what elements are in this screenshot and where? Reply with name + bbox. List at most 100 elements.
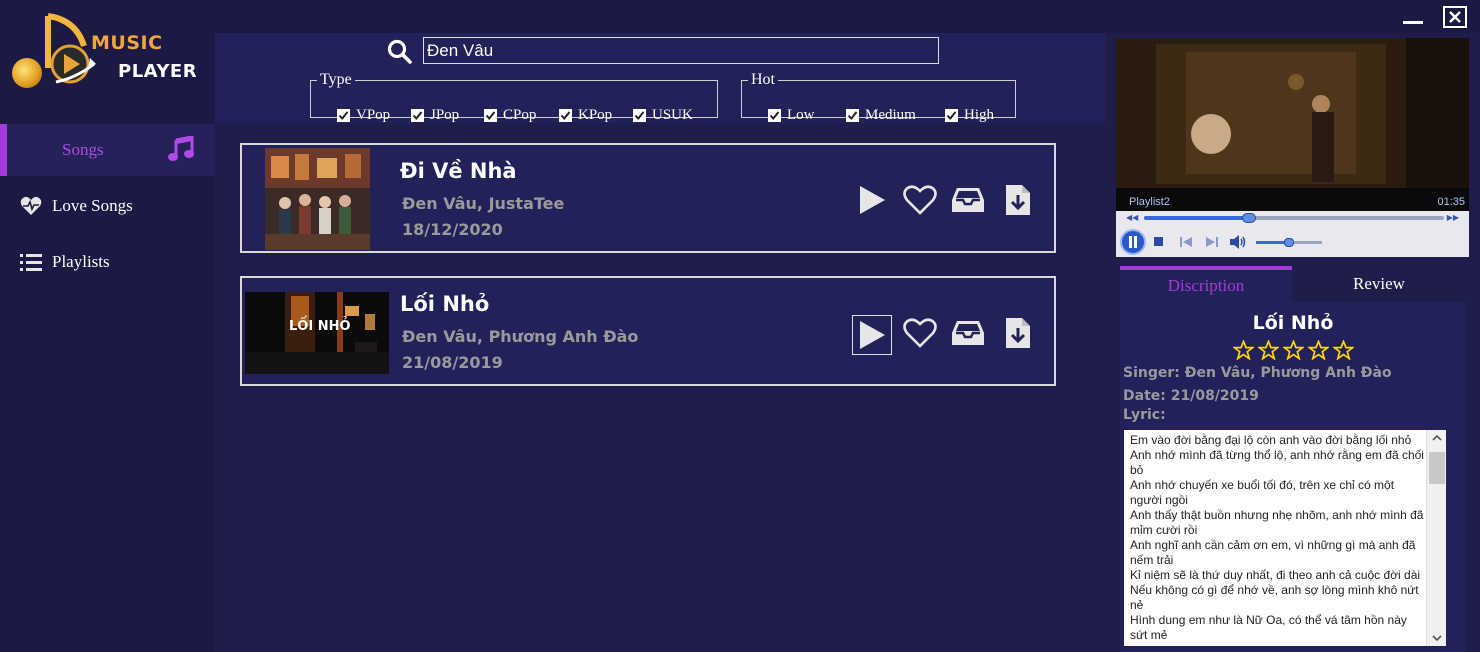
play-button[interactable]: [852, 315, 892, 355]
download-button[interactable]: [998, 180, 1038, 220]
detail-lyric-label: Lyric:: [1123, 407, 1166, 423]
check-icon: [846, 109, 859, 122]
time-readout: 01:35: [1437, 196, 1465, 208]
stop-icon[interactable]: [1154, 237, 1163, 246]
type-filter-legend: Type: [320, 71, 352, 88]
pause-icon: [1129, 236, 1137, 248]
star-icon[interactable]: [1233, 340, 1254, 360]
checkbox-cpop[interactable]: CPop: [484, 107, 536, 124]
song-card[interactable]: LỐI NHỎ Lối Nhỏ Đen Vâu, Phương Anh Đào …: [240, 276, 1056, 386]
song-list: Đi Về Nhà Đen Vâu, JustaTee 18/12/2020 L…: [215, 123, 1105, 652]
checkbox-label: Low: [787, 107, 815, 123]
seek-bar[interactable]: [1144, 213, 1444, 223]
checkbox-label: Medium: [865, 107, 916, 123]
close-button[interactable]: [1443, 6, 1467, 28]
media-controls: ◀◀ ▶▶: [1116, 211, 1469, 257]
checkbox-low[interactable]: Low: [768, 107, 815, 124]
add-to-playlist-button[interactable]: [948, 313, 988, 353]
love-button[interactable]: [900, 313, 940, 353]
type-filter-group: Type VPop JPop CPop KPop USUK: [310, 71, 718, 123]
lyric-textbox[interactable]: Em vào đời bằng đại lộ còn anh vào đời b…: [1124, 430, 1446, 646]
sidebar-item-love-songs[interactable]: Love Songs: [0, 180, 215, 232]
next-icon[interactable]: [1206, 237, 1218, 247]
checkbox-kpop[interactable]: KPop: [559, 107, 612, 124]
previous-icon[interactable]: [1180, 237, 1192, 247]
volume-icon[interactable]: [1230, 235, 1246, 249]
rating-stars[interactable]: [1233, 340, 1354, 360]
download-file-icon: [1006, 185, 1030, 215]
checkbox-label: High: [964, 107, 994, 123]
heart-icon: [903, 318, 937, 348]
fast-forward-icon[interactable]: ▶▶: [1447, 213, 1459, 222]
sidebar-item-label: Love Songs: [52, 196, 133, 215]
minimize-button[interactable]: [1401, 6, 1425, 28]
thumbnail-title-text: LỐI NHỎ: [289, 316, 351, 334]
logo-text-player: PLAYER: [118, 61, 198, 82]
check-icon: [768, 109, 781, 122]
heart-icon: [903, 185, 937, 215]
search-icon[interactable]: [387, 39, 413, 65]
app-logo: MUSIC PLAYER: [8, 8, 208, 98]
lyric-text: Em vào đời bằng đại lộ còn anh vào đời b…: [1130, 433, 1424, 642]
download-file-icon: [1006, 318, 1030, 348]
scroll-up-icon[interactable]: [1432, 434, 1442, 441]
sidebar-item-label: Playlists: [52, 252, 110, 271]
inbox-icon: [952, 321, 984, 345]
detail-singer: Singer: Đen Vâu, Phương Anh Đào: [1123, 365, 1392, 381]
sidebar-item-playlists[interactable]: Playlists: [0, 236, 215, 288]
volume-slider[interactable]: [1256, 238, 1322, 247]
logo-note-icon: [45, 13, 96, 84]
checkbox-label: CPop: [503, 107, 537, 123]
checkbox-label: KPop: [578, 107, 613, 123]
hot-filter-group: Hot Low Medium High: [741, 71, 1016, 123]
star-icon[interactable]: [1283, 340, 1304, 360]
inbox-icon: [952, 188, 984, 212]
checkbox-label: VPop: [356, 107, 391, 123]
filter-panel: Type VPop JPop CPop KPop USUK Hot Low Me…: [215, 33, 1105, 123]
song-date: 18/12/2020: [402, 220, 503, 239]
song-artist: Đen Vâu, JustaTee: [402, 194, 565, 213]
song-title: Lối Nhỏ: [400, 292, 490, 316]
description-content: Lối Nhỏ Singer: Đen Vâu, Phương Anh Đào …: [1120, 302, 1466, 652]
sidebar-item-songs[interactable]: Songs: [0, 124, 215, 176]
seek-handle[interactable]: [1242, 213, 1256, 223]
checkbox-high[interactable]: High: [945, 107, 994, 124]
list-icon: [20, 253, 42, 271]
check-icon: [559, 109, 572, 122]
star-icon[interactable]: [1333, 340, 1354, 360]
song-artist: Đen Vâu, Phương Anh Đào: [402, 327, 639, 346]
heart-pulse-icon: [20, 196, 42, 216]
close-icon: [1449, 11, 1461, 23]
checkbox-vpop[interactable]: VPop: [337, 107, 390, 124]
checkbox-jpop[interactable]: JPop: [411, 107, 459, 124]
song-card[interactable]: Đi Về Nhà Đen Vâu, JustaTee 18/12/2020: [240, 143, 1056, 253]
detail-tabs: Discription Review: [1120, 266, 1466, 302]
checkbox-usuk[interactable]: USUK: [633, 107, 693, 124]
song-thumbnail: [265, 148, 370, 250]
pause-button[interactable]: [1120, 229, 1146, 255]
playlist-name: Playlist2: [1129, 196, 1170, 208]
song-date: 21/08/2019: [402, 353, 503, 372]
scroll-down-icon[interactable]: [1432, 635, 1442, 642]
song-thumbnail: LỐI NHỎ: [245, 292, 389, 374]
star-icon[interactable]: [1258, 340, 1279, 360]
add-to-playlist-button[interactable]: [948, 180, 988, 220]
rewind-icon[interactable]: ◀◀: [1126, 213, 1138, 222]
search-input[interactable]: [423, 37, 939, 64]
song-title: Đi Về Nhà: [400, 159, 517, 183]
volume-handle[interactable]: [1284, 238, 1294, 247]
tab-description[interactable]: Discription: [1120, 266, 1292, 302]
lyric-scrollbar[interactable]: [1426, 430, 1446, 646]
play-button[interactable]: [852, 180, 892, 220]
play-icon: [860, 186, 885, 214]
download-button[interactable]: [998, 313, 1038, 353]
star-icon[interactable]: [1308, 340, 1329, 360]
checkbox-medium[interactable]: Medium: [846, 107, 916, 124]
check-icon: [484, 109, 497, 122]
tab-review[interactable]: Review: [1292, 266, 1466, 302]
check-icon: [945, 109, 958, 122]
scroll-thumb[interactable]: [1429, 452, 1445, 484]
love-button[interactable]: [900, 180, 940, 220]
check-icon: [411, 109, 424, 122]
play-icon: [860, 321, 885, 349]
